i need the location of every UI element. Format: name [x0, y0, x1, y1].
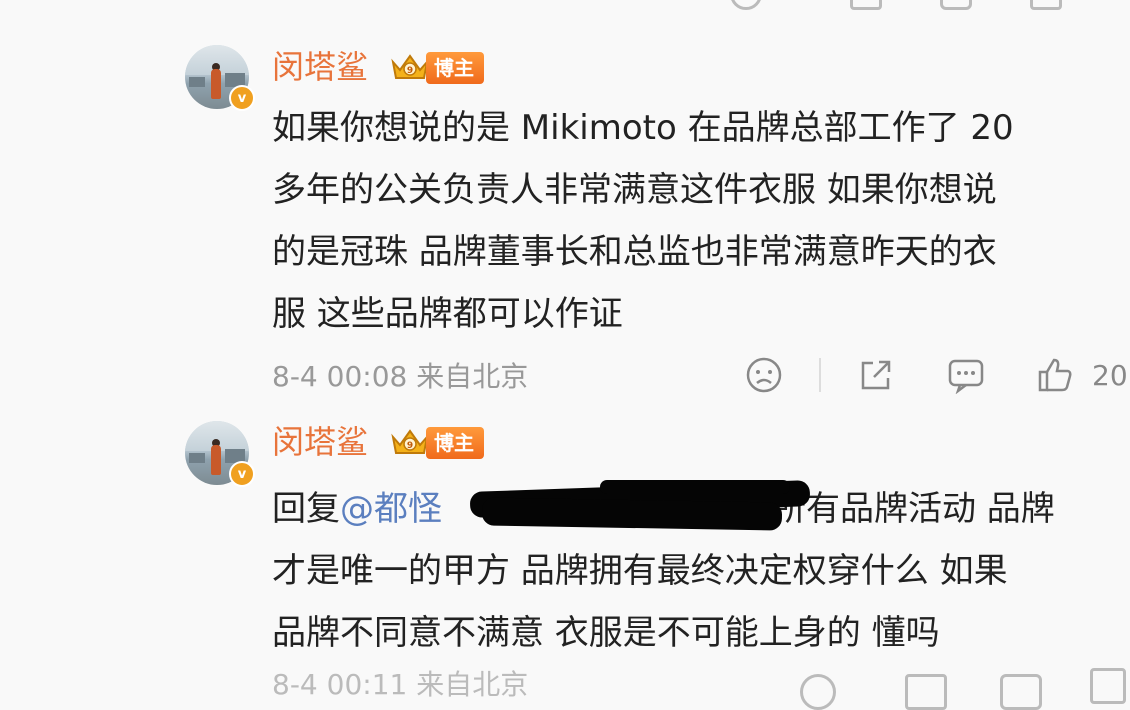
comment-meta: 8-4 00:08 来自北京	[272, 360, 528, 394]
dislike-face-icon	[746, 357, 782, 393]
mention-link[interactable]: @都怪	[340, 489, 442, 529]
dislike-face-icon[interactable]	[800, 674, 836, 710]
divider	[819, 358, 821, 392]
share-button[interactable]	[857, 356, 895, 394]
timestamp: 8-4 00:08	[272, 360, 408, 393]
crown-icon: 9	[390, 425, 430, 459]
redaction-mark	[481, 497, 783, 531]
comment-line: 品牌不同意不满意 衣服是不可能上身的 懂吗	[272, 613, 940, 653]
avatar[interactable]: v	[185, 421, 255, 487]
comment-icon[interactable]	[940, 0, 972, 10]
like-button[interactable]: 20	[1036, 356, 1128, 394]
username[interactable]: 闵塔鲨	[272, 47, 368, 87]
thumbs-up-icon[interactable]	[1090, 668, 1126, 704]
comment-button[interactable]	[946, 356, 986, 394]
reply-prefix: 回复	[272, 489, 340, 529]
username[interactable]: 闵塔鲨	[272, 422, 368, 462]
share-icon	[861, 360, 891, 390]
comment-icon	[948, 359, 984, 394]
dislike-face-icon[interactable]	[730, 0, 762, 10]
comment-line-rest: 所有品牌活动 品牌	[772, 489, 1055, 529]
thumbs-up-icon[interactable]	[1030, 0, 1062, 10]
verified-badge: v	[229, 461, 255, 487]
comment-icon[interactable]	[1000, 674, 1042, 710]
dislike-button[interactable]	[745, 356, 783, 394]
comment-line: 服 这些品牌都可以作证	[272, 294, 623, 334]
previous-comment-actions	[720, 0, 1120, 10]
comment-text: 如果你想说的是 Mikimoto 在品牌总部工作了 20 多年的公关负责人非常满…	[272, 97, 1122, 345]
crown-icon: 9	[390, 50, 430, 84]
location: 来自北京	[416, 360, 529, 393]
comment-line: 的是冠珠 品牌董事长和总监也非常满意昨天的衣	[272, 232, 997, 272]
redaction-mark	[600, 480, 790, 494]
blogger-badge: 博主	[426, 52, 484, 84]
like-count: 20	[1092, 358, 1128, 392]
comment-meta: 8-4 00:11 来自北京	[272, 668, 529, 701]
svg-text:9: 9	[407, 441, 413, 451]
share-icon[interactable]	[905, 674, 947, 710]
svg-text:9: 9	[407, 66, 413, 76]
share-icon[interactable]	[850, 0, 882, 10]
avatar[interactable]: v	[185, 45, 255, 111]
comment-line: 才是唯一的甲方 品牌拥有最终决定权穿什么 如果	[272, 551, 1008, 591]
comment-line: 多年的公关负责人非常满意这件衣服 如果你想说	[272, 170, 997, 210]
comment-line: 如果你想说的是 Mikimoto 在品牌总部工作了 20	[272, 108, 1014, 148]
blogger-badge: 博主	[426, 427, 484, 459]
thumbs-up-icon	[1038, 358, 1072, 392]
verified-badge: v	[229, 85, 255, 111]
